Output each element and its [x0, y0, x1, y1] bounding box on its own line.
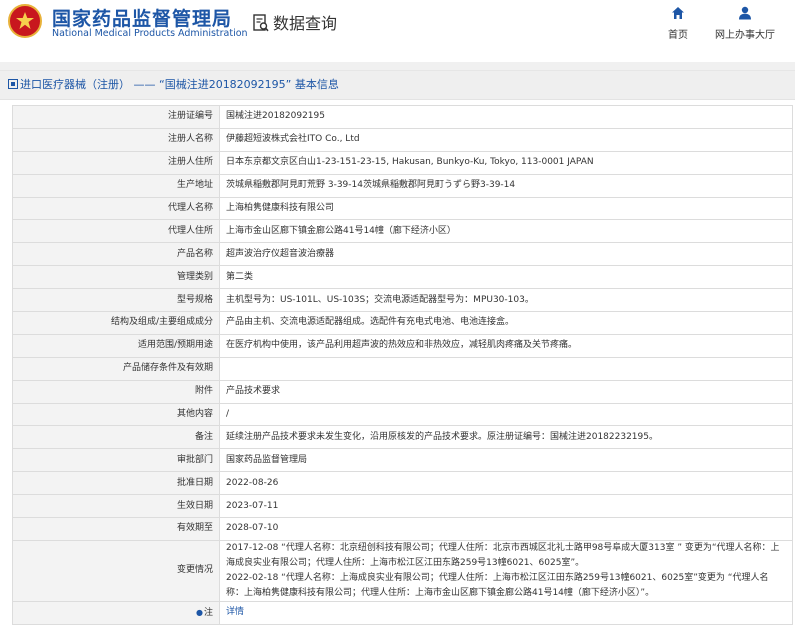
- row-value: 上海柏隽健康科技有限公司: [219, 196, 793, 221]
- row-value: 上海市金山区廊下镇金廊公路41号14幢（廊下经济小区）: [219, 219, 793, 244]
- table-row: 结构及组成/主要组成成分 产品由主机、交流电源适配器组成。选配件有充电式电池、电…: [12, 311, 793, 335]
- database-query-label: 数据查询: [273, 14, 338, 33]
- nav-online-label: 网上办事大厅: [715, 30, 775, 41]
- row-label: 审批部门: [12, 448, 220, 473]
- row-label: 生效日期: [12, 494, 220, 519]
- table-row-note: ●注 详情: [12, 600, 793, 625]
- row-label: 注册证编号: [12, 105, 220, 129]
- breadcrumb: 进口医疗器械（注册） —— “国械注进20182092195” 基本信息: [0, 70, 795, 100]
- row-value-note: 详情: [219, 600, 793, 625]
- row-value: 2023-07-11: [219, 494, 793, 519]
- document-search-icon: [253, 14, 269, 32]
- site-header: 国家药品监督管理局 National Medical Products Admi…: [0, 0, 795, 62]
- breadcrumb-text: 进口医疗器械（注册） —— “国械注进20182092195” 基本信息: [20, 78, 339, 91]
- table-row: 注册人名称 伊藤超短波株式会社ITO Co., Ltd: [12, 127, 793, 152]
- table-row: 注册证编号 国械注进20182092195: [12, 105, 793, 129]
- row-label: 其他内容: [12, 402, 220, 427]
- row-label: 产品名称: [12, 242, 220, 267]
- note-label: 注: [203, 607, 213, 618]
- row-value: 延续注册产品技术要求未发生变化，沿用原核发的产品技术要求。原注册证编号：国械注进…: [219, 425, 793, 450]
- row-value: /: [219, 402, 793, 427]
- home-icon: [664, 6, 692, 23]
- row-label: 生产地址: [12, 173, 220, 198]
- row-label: 代理人住所: [12, 219, 220, 244]
- row-value: 国械注进20182092195: [219, 105, 793, 129]
- table-row: 适用范围/预期用途 在医疗机构中使用，该产品利用超声波的热效应和非热效应，减轻肌…: [12, 333, 793, 358]
- table-row: 注册人住所 日本东京都文京区白山1-23-151-23-15, Hakusan,…: [12, 150, 793, 175]
- table-row: 代理人名称 上海柏隽健康科技有限公司: [12, 196, 793, 221]
- row-label-note: ●注: [12, 600, 220, 625]
- nav-online-hall-button[interactable]: 网上办事大厅: [712, 6, 778, 41]
- row-value: 国家药品监督管理局: [219, 448, 793, 473]
- user-icon: [712, 6, 778, 23]
- row-label: 型号规格: [12, 288, 220, 313]
- header-divider: [0, 62, 795, 70]
- row-value: 日本东京都文京区白山1-23-151-23-15, Hakusan, Bunky…: [219, 150, 793, 175]
- row-label: 结构及组成/主要组成成分: [12, 311, 220, 335]
- row-label: 备注: [12, 425, 220, 450]
- row-label: 管理类别: [12, 265, 220, 290]
- table-row: 代理人住所 上海市金山区廊下镇金廊公路41号14幢（廊下经济小区）: [12, 219, 793, 244]
- row-label: 代理人名称: [12, 196, 220, 221]
- row-label: 有效期至: [12, 517, 220, 541]
- nav-home-button[interactable]: 首页: [664, 6, 692, 41]
- row-value: 产品由主机、交流电源适配器组成。选配件有充电式电池、电池连接盒。: [219, 311, 793, 335]
- row-label: 注册人名称: [12, 127, 220, 152]
- info-table-container: 注册证编号 国械注进20182092195 注册人名称 伊藤超短波株式会社ITO…: [12, 105, 793, 625]
- table-row: 审批部门 国家药品监督管理局: [12, 448, 793, 473]
- nav-home-label: 首页: [668, 30, 688, 41]
- note-icon: ●: [196, 607, 203, 617]
- table-row: 批准日期 2022-08-26: [12, 471, 793, 496]
- site-title: 国家药品监督管理局: [52, 8, 233, 30]
- row-value: 2028-07-10: [219, 517, 793, 541]
- row-value: 2022-08-26: [219, 471, 793, 496]
- row-label: 变更情况: [12, 539, 220, 602]
- table-row: 型号规格 主机型号为：US-101L、US-103S；交流电源适配器型号为：MP…: [12, 288, 793, 313]
- row-label: 适用范围/预期用途: [12, 333, 220, 358]
- row-value: 在医疗机构中使用，该产品利用超声波的热效应和非热效应，减轻肌肉疼痛及关节疼痛。: [219, 333, 793, 358]
- details-link[interactable]: 详情: [226, 607, 244, 617]
- row-value: 主机型号为：US-101L、US-103S；交流电源适配器型号为：MPU30-1…: [219, 288, 793, 313]
- table-row: 有效期至 2028-07-10: [12, 517, 793, 541]
- table-row: 管理类别 第二类: [12, 265, 793, 290]
- change-entry: 2017-12-08 “代理人名称：北京纽创科技有限公司；代理人住所：北京市西城…: [226, 542, 780, 568]
- table-row: 附件 产品技术要求: [12, 379, 793, 404]
- table-row: 生效日期 2023-07-11: [12, 494, 793, 519]
- table-row: 其他内容 /: [12, 402, 793, 427]
- row-label: 注册人住所: [12, 150, 220, 175]
- row-value: 产品技术要求: [219, 379, 793, 404]
- row-value: 超声波治疗仪超音波治療器: [219, 242, 793, 267]
- table-row: 生产地址 茨城県稲敷郡阿見町荒野 3-39-14茨城県稲敷郡阿見町うずら野3-3…: [12, 173, 793, 198]
- row-label: 批准日期: [12, 471, 220, 496]
- table-row-changes: 变更情况 2017-12-08 “代理人名称：北京纽创科技有限公司；代理人住所：北…: [12, 539, 793, 602]
- row-label: 产品储存条件及有效期: [12, 356, 220, 381]
- table-row: 产品名称 超声波治疗仪超音波治療器: [12, 242, 793, 267]
- database-query-title: 数据查询: [253, 10, 337, 34]
- national-emblem-logo: [8, 4, 42, 38]
- breadcrumb-icon: [8, 79, 18, 89]
- change-entry: 2022-02-18 “代理人名称：上海成良实业有限公司；代理人住所：上海市松江…: [226, 572, 769, 598]
- row-value: 茨城県稲敷郡阿見町荒野 3-39-14茨城県稲敷郡阿見町うずら野3-39-14: [219, 173, 793, 198]
- site-subtitle: National Medical Products Administration: [52, 28, 248, 39]
- row-value: 伊藤超短波株式会社ITO Co., Ltd: [219, 127, 793, 152]
- row-value-changes: 2017-12-08 “代理人名称：北京纽创科技有限公司；代理人住所：北京市西城…: [219, 539, 793, 602]
- table-row: 产品储存条件及有效期: [12, 356, 793, 381]
- info-table: 注册证编号 国械注进20182092195 注册人名称 伊藤超短波株式会社ITO…: [12, 105, 793, 625]
- row-value: 第二类: [219, 265, 793, 290]
- row-label: 附件: [12, 379, 220, 404]
- table-row: 备注 延续注册产品技术要求未发生变化，沿用原核发的产品技术要求。原注册证编号：国…: [12, 425, 793, 450]
- row-value: [219, 356, 793, 381]
